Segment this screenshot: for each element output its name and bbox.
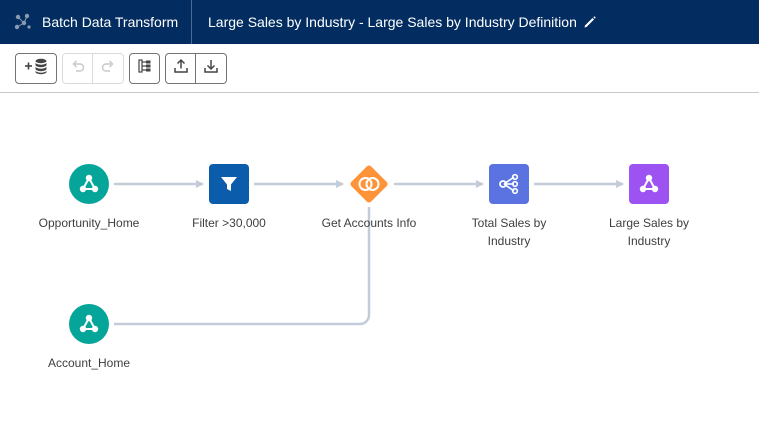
redo-icon bbox=[101, 59, 115, 78]
add-input-data-button[interactable] bbox=[15, 53, 57, 84]
toolbar bbox=[0, 44, 759, 93]
redo-button[interactable] bbox=[93, 53, 124, 84]
node-join[interactable]: Get Accounts Info bbox=[299, 164, 439, 232]
connectors bbox=[114, 180, 624, 326]
upload-icon bbox=[173, 58, 189, 79]
recipe-canvas[interactable]: Opportunity_Home Filter >30,000 Get Acco… bbox=[0, 93, 759, 428]
filter-icon bbox=[209, 164, 249, 204]
dataset-icon bbox=[69, 304, 109, 344]
join-icon bbox=[349, 164, 389, 204]
node-aggregate[interactable]: Total Sales by Industry bbox=[439, 164, 579, 250]
recipe-title-area: Large Sales by Industry - Large Sales by… bbox=[192, 0, 597, 44]
node-filter[interactable]: Filter >30,000 bbox=[159, 164, 299, 232]
output-dataset-icon bbox=[629, 164, 669, 204]
node-label: Account_Home bbox=[47, 356, 131, 370]
recipe-title: Large Sales by Industry - Large Sales by… bbox=[208, 14, 577, 30]
node-label: Filter >30,000 bbox=[192, 216, 266, 230]
node-label: Large Sales by Industry bbox=[608, 216, 690, 248]
undo-icon bbox=[71, 59, 85, 78]
upload-button[interactable] bbox=[165, 53, 196, 84]
data-transform-icon bbox=[14, 13, 32, 31]
node-label: Opportunity_Home bbox=[38, 216, 140, 230]
download-button[interactable] bbox=[196, 53, 227, 84]
hierarchy-icon bbox=[137, 58, 153, 79]
dataset-icon bbox=[69, 164, 109, 204]
auto-layout-button[interactable] bbox=[129, 53, 160, 84]
app-launcher[interactable]: Batch Data Transform bbox=[0, 0, 192, 44]
download-icon bbox=[203, 58, 219, 79]
aggregate-icon bbox=[489, 164, 529, 204]
node-label: Total Sales by Industry bbox=[471, 216, 547, 248]
app-header: Batch Data Transform Large Sales by Indu… bbox=[0, 0, 759, 44]
node-label: Get Accounts Info bbox=[321, 216, 417, 230]
node-account-home[interactable]: Account_Home bbox=[19, 304, 159, 372]
app-title: Batch Data Transform bbox=[42, 14, 179, 30]
node-output[interactable]: Large Sales by Industry bbox=[579, 164, 719, 250]
pencil-edit-icon[interactable] bbox=[583, 15, 597, 29]
undo-button[interactable] bbox=[62, 53, 93, 84]
add-database-icon bbox=[23, 57, 49, 80]
node-opportunity-home[interactable]: Opportunity_Home bbox=[19, 164, 159, 232]
